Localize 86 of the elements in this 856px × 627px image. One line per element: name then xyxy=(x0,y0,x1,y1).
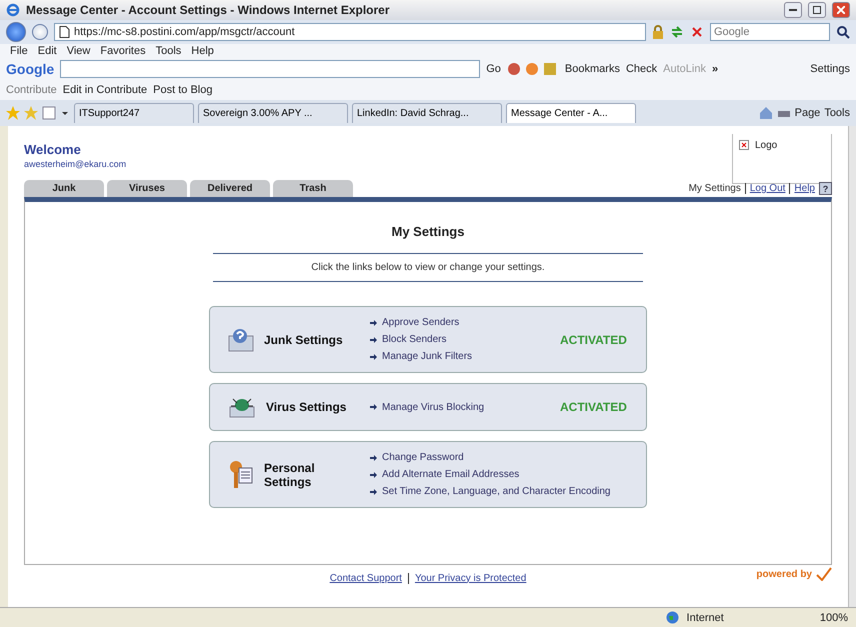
card-title: Junk Settings xyxy=(264,332,344,346)
quick-tabs-icon[interactable] xyxy=(42,106,70,120)
settings-link[interactable]: Add Alternate Email Addresses xyxy=(370,469,646,480)
search-icon[interactable] xyxy=(836,25,850,39)
scrollbar[interactable] xyxy=(848,126,856,607)
arrow-icon xyxy=(370,336,377,342)
card-title: Personal Settings xyxy=(264,460,316,488)
arrow-icon xyxy=(370,454,377,460)
envelope-question-icon xyxy=(228,328,254,352)
privacy-link[interactable]: Your Privacy is Protected xyxy=(414,572,526,584)
help-button[interactable]: ? xyxy=(819,182,832,195)
user-email: awesterheim@ekaru.com xyxy=(24,159,126,169)
powered-by-text: powered by xyxy=(756,568,812,580)
window-title: Message Center - Account Settings - Windows Internet Explorer xyxy=(26,3,391,17)
forward-button[interactable] xyxy=(32,24,48,40)
close-button[interactable] xyxy=(832,2,850,18)
toolbar-buttons-drawing xyxy=(506,62,559,76)
settings-button[interactable]: Settings xyxy=(810,63,850,75)
address-field[interactable]: https://mc-s8.postini.com/app/msgctr/account xyxy=(54,23,646,41)
menu-item[interactable]: View xyxy=(62,45,94,57)
more-button[interactable]: » xyxy=(712,63,718,75)
menu-item[interactable]: Favorites xyxy=(96,45,150,57)
menu-item[interactable]: File xyxy=(6,45,32,57)
settings-link[interactable]: Set Time Zone, Language, and Character Encoding xyxy=(370,486,646,497)
arrow-icon xyxy=(370,488,377,494)
contact-support-link[interactable]: Contact Support xyxy=(330,572,402,584)
card-title: Virus Settings xyxy=(266,400,348,414)
page-icon xyxy=(59,26,70,38)
status-text: ACTIVATED xyxy=(560,400,627,414)
browser-logo-icon xyxy=(6,3,20,17)
arrow-icon xyxy=(370,354,377,360)
restore-button[interactable] xyxy=(808,2,826,18)
tools-menu-button[interactable]: Tools xyxy=(824,107,850,119)
settings-link[interactable]: Manage Virus Blocking xyxy=(370,402,560,412)
settings-link[interactable]: Change Password xyxy=(370,452,646,463)
minimize-button[interactable] xyxy=(784,2,802,18)
arrow-icon xyxy=(370,320,377,326)
bug-envelope-icon xyxy=(228,396,256,418)
menu-item[interactable]: Edit xyxy=(34,45,61,57)
check-button[interactable]: Check xyxy=(626,63,658,75)
refresh-icon[interactable] xyxy=(670,25,684,39)
close-icon xyxy=(837,6,845,14)
globe-icon xyxy=(666,611,679,624)
settings-link[interactable]: Approve Senders xyxy=(370,317,560,328)
welcome-heading: Welcome xyxy=(24,142,82,157)
lock-icon xyxy=(652,25,664,39)
arrow-icon xyxy=(370,472,377,478)
browser-tab[interactable]: Message Center - A... xyxy=(506,103,636,123)
status-text: ACTIVATED xyxy=(560,332,627,346)
search-field[interactable]: Google xyxy=(710,23,830,41)
user-link[interactable]: Help xyxy=(794,183,815,194)
menu-item[interactable]: Tools xyxy=(152,45,186,57)
page-menu-button[interactable]: Page xyxy=(794,107,820,119)
browser-tab[interactable]: ITSupport247 xyxy=(74,103,194,123)
contribute-button[interactable]: Edit in Contribute xyxy=(62,84,148,96)
go-button[interactable]: Go xyxy=(486,63,501,75)
page-heading: My Settings xyxy=(392,224,464,239)
user-link[interactable]: My Settings xyxy=(688,183,741,194)
browser-tab[interactable]: LinkedIn: David Schrag... xyxy=(352,103,502,123)
settings-link[interactable]: Block Senders xyxy=(370,334,560,345)
broken-image-icon xyxy=(739,140,749,150)
intro-text: Click the links below to view or change your settings. xyxy=(213,253,643,282)
bookmarks-button[interactable]: Bookmarks xyxy=(564,63,620,75)
mail-tab[interactable]: Junk xyxy=(24,180,104,197)
key-document-icon xyxy=(228,460,254,490)
contribute-label: Contribute xyxy=(6,84,57,96)
zoom-level[interactable]: 100% xyxy=(820,612,848,624)
minimize-icon xyxy=(789,9,797,11)
zone-text: Internet xyxy=(686,612,724,624)
contribute-button[interactable]: Post to Blog xyxy=(153,84,212,96)
user-link[interactable]: Log Out xyxy=(750,183,786,194)
mail-tab[interactable]: Trash xyxy=(273,180,353,197)
home-icon[interactable] xyxy=(758,106,773,120)
restore-icon xyxy=(813,6,821,14)
checkmark-icon xyxy=(816,567,832,581)
arrow-icon xyxy=(370,404,377,410)
settings-link[interactable]: Manage Junk Filters xyxy=(370,351,560,362)
menu-item[interactable]: Help xyxy=(187,45,218,57)
google-toolbar-logo: Google xyxy=(6,61,54,77)
mail-tab[interactable]: Delivered xyxy=(190,180,270,197)
mail-tab[interactable]: Viruses xyxy=(107,180,187,197)
back-button[interactable] xyxy=(6,22,26,42)
favorites-star-icon[interactable] xyxy=(6,106,20,120)
toolbar-search-field[interactable] xyxy=(60,60,480,78)
browser-tab[interactable]: Sovereign 3.00% APY ... xyxy=(198,103,348,123)
stop-icon[interactable] xyxy=(690,25,704,39)
